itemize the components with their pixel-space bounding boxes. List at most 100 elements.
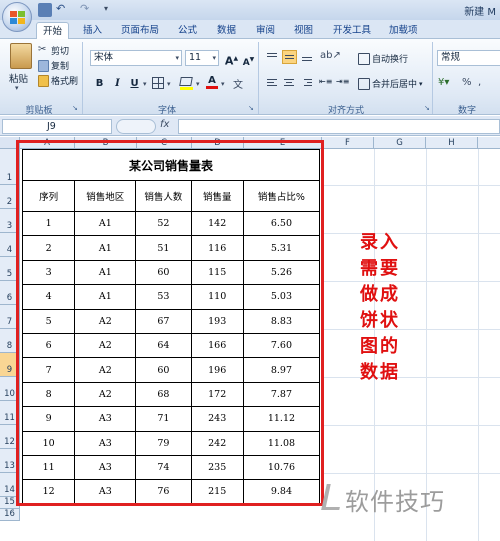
watermark-logo-icon	[321, 484, 345, 510]
paste-icon[interactable]	[10, 43, 32, 69]
merge-cells-icon	[358, 77, 370, 90]
format-painter-label: 格式刷	[51, 77, 79, 87]
cut-label: 剪切	[51, 47, 70, 57]
undo-icon[interactable]: ↶	[56, 3, 70, 17]
copy-label: 复制	[51, 62, 70, 72]
column-header-g[interactable]: G	[374, 137, 426, 149]
align-middle-button[interactable]	[282, 50, 297, 64]
formula-input[interactable]	[178, 119, 500, 134]
paste-dropdown-icon[interactable]: ▾	[15, 84, 19, 92]
font-size-select[interactable]: 11 ▾	[185, 50, 219, 66]
percent-format-icon[interactable]: %	[462, 77, 472, 88]
font-size-value: 11	[189, 52, 202, 63]
font-color-dropdown-icon[interactable]: ▾	[221, 80, 225, 88]
tab-data[interactable]: 数据	[211, 22, 242, 39]
tab-formulas[interactable]: 公式	[172, 22, 203, 39]
increase-indent-icon[interactable]: ⇥≡	[336, 77, 350, 89]
font-dialog-launcher-icon[interactable]: ↘	[248, 104, 254, 112]
font-group-label: 字体	[157, 106, 176, 116]
align-top-button[interactable]	[265, 51, 279, 64]
fx-icon[interactable]: fx	[160, 119, 169, 130]
borders-dropdown-icon[interactable]: ▾	[167, 80, 171, 88]
align-left-button[interactable]	[265, 77, 279, 89]
fill-color-swatch	[180, 87, 193, 90]
tab-developer[interactable]: 开发工具	[327, 22, 377, 39]
copy-button[interactable]: 复制	[38, 59, 69, 72]
align-bottom-button[interactable]	[300, 51, 314, 64]
copy-icon	[38, 59, 49, 72]
merge-center-label: 合并后居中	[372, 80, 418, 90]
wrap-text-button[interactable]: 自动换行	[358, 52, 408, 65]
phonetic-guide-icon[interactable]: 文	[233, 76, 243, 91]
wrap-text-icon	[358, 52, 370, 65]
tab-insert[interactable]: 插入	[77, 22, 108, 39]
formula-bar-resize-handle[interactable]	[116, 119, 156, 134]
column-header-f[interactable]: F	[322, 137, 374, 149]
office-logo-icon	[10, 11, 25, 24]
column-header-h[interactable]: H	[426, 137, 478, 149]
number-format-value: 常规	[441, 52, 461, 63]
format-painter-button[interactable]: 格式刷	[38, 74, 78, 87]
currency-format-icon[interactable]: ¥▾	[438, 77, 449, 88]
text-orientation-icon[interactable]: ab↗	[320, 50, 341, 61]
font-color-swatch	[206, 86, 218, 89]
grid-line	[322, 473, 500, 474]
number-group-label: 数字	[457, 106, 476, 116]
customize-toolbar-icon[interactable]: ▾	[104, 3, 118, 17]
annotation-text: 录入需要做成饼状图的数据	[360, 232, 400, 383]
paste-button[interactable]: 粘贴	[9, 71, 28, 85]
bold-button[interactable]: B	[92, 76, 107, 91]
alignment-dialog-launcher-icon[interactable]: ↘	[424, 104, 430, 112]
redo-icon[interactable]: ↷	[80, 3, 94, 17]
shrink-font-icon: A	[242, 58, 250, 68]
grid-line	[322, 425, 500, 426]
grow-font-button[interactable]: A▲	[224, 51, 239, 68]
borders-icon[interactable]	[152, 77, 164, 89]
group-separator	[82, 42, 83, 114]
name-box[interactable]: J9	[2, 119, 112, 134]
save-icon[interactable]	[38, 3, 52, 17]
grid-line	[322, 185, 500, 186]
font-name-select[interactable]: 宋体 ▾	[90, 50, 182, 66]
align-right-button[interactable]	[300, 77, 314, 89]
merge-center-button[interactable]: 合并后居中 ▾	[358, 77, 423, 90]
tab-home[interactable]: 开始	[36, 22, 70, 40]
tab-addins[interactable]: 加载项	[383, 22, 424, 39]
tab-view[interactable]: 视图	[288, 22, 319, 39]
row-header-16[interactable]: 16	[0, 509, 20, 521]
highlight-box	[16, 140, 324, 506]
group-separator	[258, 42, 259, 114]
group-separator	[432, 42, 433, 114]
number-format-select[interactable]: 常规	[437, 50, 500, 66]
chevron-down-icon: ▾	[419, 79, 423, 88]
tab-review[interactable]: 审阅	[250, 22, 281, 39]
clipboard-dialog-launcher-icon[interactable]: ↘	[72, 104, 78, 112]
watermark-text: 软件技巧	[345, 488, 445, 516]
fill-color-button[interactable]	[179, 77, 193, 90]
alignment-group-label: 对齐方式	[327, 106, 364, 116]
fill-color-dropdown-icon[interactable]: ▾	[196, 80, 200, 88]
font-name-value: 宋体	[94, 52, 114, 63]
italic-button[interactable]: I	[110, 76, 125, 91]
office-button[interactable]	[2, 2, 32, 32]
wrap-text-label: 自动换行	[372, 55, 409, 65]
font-color-icon: A	[208, 75, 216, 86]
cut-button[interactable]: ✂ 剪切	[38, 44, 70, 58]
title-bar	[0, 0, 500, 20]
chevron-down-icon: ▾	[212, 54, 216, 62]
paintbrush-icon	[38, 74, 49, 87]
window-title: 新建 M	[464, 7, 496, 18]
tab-page-layout[interactable]: 页面布局	[115, 22, 165, 39]
comma-format-icon[interactable]: ,	[478, 77, 481, 88]
align-center-button[interactable]	[282, 77, 296, 89]
scissors-icon: ✂	[38, 44, 47, 55]
paint-bucket-icon	[179, 77, 193, 86]
underline-dropdown-icon[interactable]: ▾	[143, 80, 147, 88]
chevron-down-icon: ▾	[175, 54, 179, 62]
decrease-indent-icon[interactable]: ⇤≡	[319, 77, 333, 89]
font-color-button[interactable]: A	[206, 75, 218, 90]
underline-button[interactable]: U	[127, 76, 142, 91]
shrink-font-button[interactable]: A▼	[241, 52, 256, 68]
clipboard-group-label: 剪贴板	[25, 106, 53, 116]
grid-line	[478, 149, 479, 541]
